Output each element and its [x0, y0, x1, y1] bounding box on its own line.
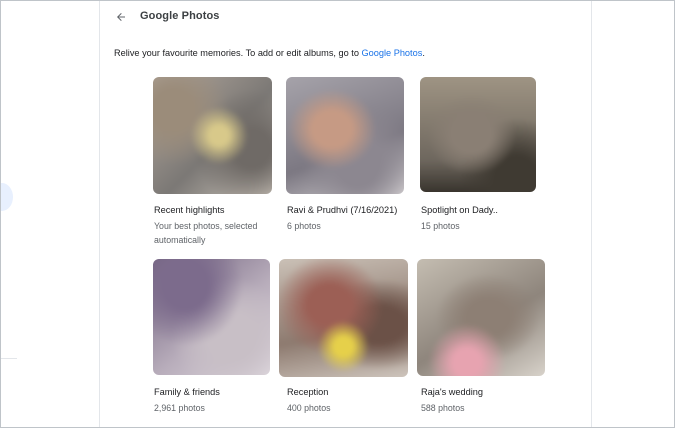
google-photos-link[interactable]: Google Photos	[362, 48, 423, 58]
selected-nav-indicator	[1, 183, 13, 211]
album-title: Recent highlights	[154, 205, 225, 215]
intro-text: Relive your favourite memories. To add o…	[114, 48, 425, 58]
album-thumbnail[interactable]	[279, 259, 408, 377]
right-margin-pane	[591, 1, 674, 427]
album-subtitle: 588 photos	[421, 403, 465, 413]
intro-description: Relive your favourite memories. To add o…	[114, 48, 362, 58]
album-thumbnail[interactable]	[417, 259, 545, 376]
album-subtitle: Your best photos, selected	[154, 221, 258, 231]
album-subtitle: automatically	[154, 235, 206, 245]
album-title: Raja's wedding	[421, 387, 484, 397]
intro-suffix: .	[422, 48, 425, 58]
album-subtitle: 2,961 photos	[154, 403, 205, 413]
arrow-back-icon	[117, 13, 125, 21]
album-title: Ravi & Prudhvi (7/16/2021)	[287, 205, 398, 215]
album-thumbnail[interactable]	[420, 77, 536, 192]
page-header: Google Photos	[100, 1, 590, 35]
album-title: Spotlight on Dady..	[421, 205, 498, 215]
back-button[interactable]	[110, 6, 132, 28]
album-subtitle: 15 photos	[421, 221, 460, 231]
page-title: Google Photos	[140, 10, 220, 22]
album-subtitle: 400 photos	[287, 403, 331, 413]
settings-sidebar	[1, 1, 100, 427]
settings-window: Google Photos Relive your favourite memo…	[0, 0, 675, 428]
album-title: Family & friends	[154, 387, 220, 397]
album-thumbnail[interactable]	[153, 259, 270, 375]
album-thumbnail[interactable]	[286, 77, 404, 194]
album-subtitle: 6 photos	[287, 221, 321, 231]
album-thumbnail[interactable]	[153, 77, 272, 194]
album-title: Reception	[287, 387, 329, 397]
sidebar-divider	[1, 358, 17, 359]
